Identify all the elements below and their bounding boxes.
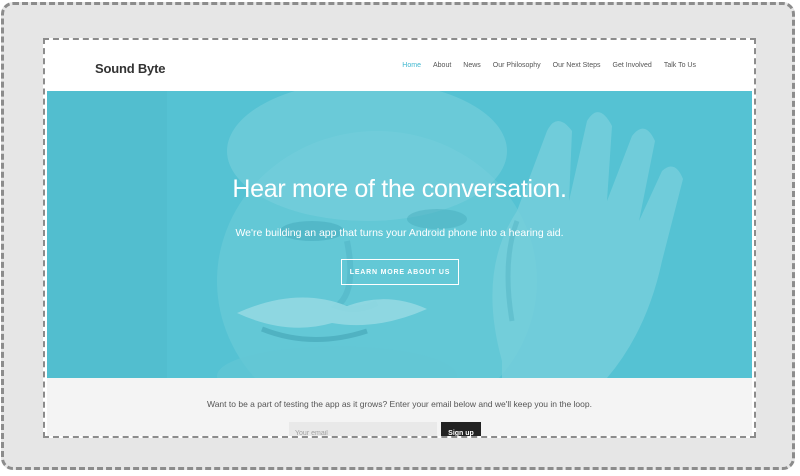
nav-item-about[interactable]: About: [433, 62, 451, 69]
signup-text: Want to be a part of testing the app as …: [207, 399, 592, 409]
nav-item-our-philosophy[interactable]: Our Philosophy: [493, 62, 541, 69]
hero-title: Hear more of the conversation.: [232, 175, 567, 203]
main-nav: Home About News Our Philosophy Our Next …: [402, 62, 696, 69]
hero-subtitle: We're building an app that turns your An…: [235, 227, 564, 239]
website: Sound Byte Home About News Our Philosoph…: [47, 42, 752, 436]
brand-logo[interactable]: Sound Byte: [95, 61, 165, 76]
learn-more-button[interactable]: LEARN MORE ABOUT US: [341, 259, 459, 285]
nav-item-talk-to-us[interactable]: Talk To Us: [664, 62, 696, 69]
nav-item-our-next-steps[interactable]: Our Next Steps: [553, 62, 601, 69]
hero-section: Hear more of the conversation. We're bui…: [47, 91, 752, 378]
site-header: Sound Byte Home About News Our Philosoph…: [47, 42, 752, 91]
browser-viewport-frame: Sound Byte Home About News Our Philosoph…: [43, 38, 756, 438]
email-input[interactable]: [289, 422, 437, 436]
sign-up-button[interactable]: Sign up: [441, 422, 481, 436]
nav-item-home[interactable]: Home: [402, 62, 421, 69]
nav-item-get-involved[interactable]: Get Involved: [613, 62, 652, 69]
signup-section: Want to be a part of testing the app as …: [47, 378, 752, 436]
nav-item-news[interactable]: News: [463, 62, 481, 69]
